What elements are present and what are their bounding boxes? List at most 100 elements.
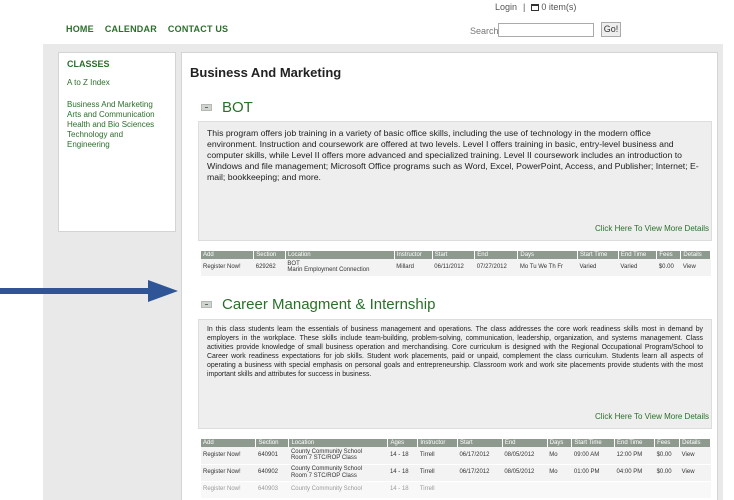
- col-header: Add: [201, 439, 257, 447]
- collapse-toggle-icon[interactable]: [201, 104, 212, 111]
- fees-cell: $0.00: [654, 447, 680, 465]
- col-header: Location: [285, 251, 395, 259]
- instructor-link[interactable]: Tirrell: [417, 447, 458, 465]
- end-time-cell: 04:00 PM: [614, 464, 655, 482]
- main-nav: HOME CALENDAR CONTACT US: [66, 24, 228, 34]
- col-header: Fees: [654, 439, 681, 447]
- col-header: Days: [547, 439, 573, 447]
- col-header: End: [502, 439, 548, 447]
- cart-count: 0 item(s): [541, 2, 577, 12]
- fees-cell: $0.00: [656, 259, 681, 277]
- classes-sidebar: CLASSES A to Z Index Business And Market…: [58, 52, 176, 232]
- view-details-link[interactable]: View: [679, 447, 711, 465]
- col-header: Start Time: [571, 439, 616, 447]
- days-cell: [547, 481, 572, 499]
- start-time-cell: 09:00 AM: [571, 447, 615, 465]
- nav-home[interactable]: HOME: [66, 24, 94, 34]
- go-button[interactable]: Go!: [601, 22, 621, 37]
- sidebar-title: CLASSES: [67, 59, 110, 69]
- cart-link[interactable]: 0 item(s): [531, 2, 576, 12]
- view-more-details-link-career[interactable]: Click Here To View More Details: [595, 412, 709, 421]
- search-input[interactable]: [498, 23, 594, 37]
- sidebar-az-index[interactable]: A to Z Index: [67, 78, 167, 88]
- instructor-link[interactable]: Tirrell: [417, 464, 458, 482]
- end-time-cell: [614, 481, 655, 499]
- table-header-row: Add Section Location Instructor Start En…: [201, 251, 711, 259]
- col-header: Location: [288, 439, 389, 447]
- separator: |: [523, 2, 526, 12]
- end-time-cell: Varied: [618, 259, 657, 277]
- end-date-cell: 08/05/2012: [502, 464, 548, 482]
- col-header: End: [474, 251, 519, 259]
- col-header: End Time: [618, 251, 658, 259]
- nav-calendar[interactable]: CALENDAR: [105, 24, 157, 34]
- schedule-table-bot: Add Section Location Instructor Start En…: [201, 251, 711, 277]
- end-date-cell: 07/27/2012: [474, 259, 518, 277]
- col-header: Details: [680, 251, 711, 259]
- instructor-link[interactable]: Tirrell: [417, 481, 458, 499]
- cart-icon: [531, 4, 540, 12]
- fees-cell: $0.00: [654, 464, 680, 482]
- account-area: Login | 0 item(s): [495, 2, 576, 12]
- sidebar-item-business-marketing[interactable]: Business And Marketing: [67, 100, 167, 110]
- start-time-cell: Varied: [577, 259, 619, 277]
- arrow-shaft: [0, 288, 152, 294]
- location-cell: County Community School Room 7 STC/ROP C…: [288, 464, 388, 482]
- view-more-details-link-bot[interactable]: Click Here To View More Details: [595, 224, 709, 233]
- section-number[interactable]: 640903: [255, 481, 289, 499]
- instructor-link[interactable]: Millard: [394, 259, 433, 277]
- nav-contact-us[interactable]: CONTACT US: [168, 24, 228, 34]
- view-details-link[interactable]: [679, 481, 711, 499]
- table-header-row: Add Section Location Ages Instructor Sta…: [201, 439, 711, 447]
- ages-cell: 14 - 18: [387, 481, 418, 499]
- start-date-cell: 06/17/2012: [457, 447, 503, 465]
- view-details-link[interactable]: View: [680, 259, 711, 277]
- register-now-link[interactable]: Register Now!: [201, 259, 254, 277]
- course-description-box-bot: This program offers job training in a va…: [198, 121, 712, 241]
- col-header: Details: [679, 439, 711, 447]
- course-description-bot: This program offers job training in a va…: [207, 128, 699, 182]
- register-now-link[interactable]: Register Now!: [201, 447, 256, 465]
- col-header: Start Time: [577, 251, 619, 259]
- annotation-arrow-icon: [0, 280, 178, 302]
- search-label: Search: [470, 26, 499, 36]
- table-row: Register Now! 629262 BOT Marin Employmen…: [201, 259, 711, 277]
- ages-cell: 14 - 18: [387, 464, 418, 482]
- main-content: Business And Marketing BOT This program …: [181, 52, 718, 500]
- collapse-toggle-icon[interactable]: [201, 301, 212, 308]
- start-date-cell: 06/11/2012: [432, 259, 475, 277]
- end-date-cell: 08/05/2012: [502, 447, 548, 465]
- end-time-cell: 12:00 PM: [614, 447, 655, 465]
- sidebar-item-health-bio-sciences[interactable]: Health and Bio Sciences: [67, 120, 167, 130]
- table-row: Register Now! 640901 County Community Sc…: [201, 447, 711, 465]
- schedule-table-career: Add Section Location Ages Instructor Sta…: [201, 439, 711, 499]
- page-title: Business And Marketing: [190, 65, 342, 80]
- fees-cell: [654, 481, 680, 499]
- course-title-career: Career Managment & Internship: [222, 296, 436, 313]
- course-title-bot: BOT: [222, 99, 253, 116]
- sidebar-item-technology-engineering[interactable]: Technology and Engineering: [67, 130, 167, 150]
- col-header: Section: [255, 439, 290, 447]
- section-number[interactable]: 640901: [255, 447, 289, 465]
- days-cell: Mo: [547, 464, 572, 482]
- register-now-link[interactable]: Register Now!: [201, 481, 256, 499]
- table-row: Register Now! 640903 County Community Sc…: [201, 481, 711, 499]
- view-details-link[interactable]: View: [679, 464, 711, 482]
- col-header: Section: [253, 251, 286, 259]
- section-number[interactable]: 629262: [253, 259, 286, 277]
- start-date-cell: 06/17/2012: [457, 464, 503, 482]
- ages-cell: 14 - 18: [387, 447, 418, 465]
- days-cell: Mo: [547, 447, 572, 465]
- section-number[interactable]: 640902: [255, 464, 289, 482]
- arrow-head: [148, 280, 178, 302]
- col-header: Add: [201, 251, 255, 259]
- start-time-cell: 01:00 PM: [571, 464, 615, 482]
- start-date-cell: [457, 481, 503, 499]
- register-now-link[interactable]: Register Now!: [201, 464, 256, 482]
- location-cell: BOT Marin Employment Connection: [285, 259, 395, 277]
- sidebar-item-arts-communication[interactable]: Arts and Communication: [67, 110, 167, 120]
- table-row: Register Now! 640902 County Community Sc…: [201, 464, 711, 482]
- course-header-bot: BOT: [201, 99, 253, 116]
- login-link[interactable]: Login: [495, 2, 517, 12]
